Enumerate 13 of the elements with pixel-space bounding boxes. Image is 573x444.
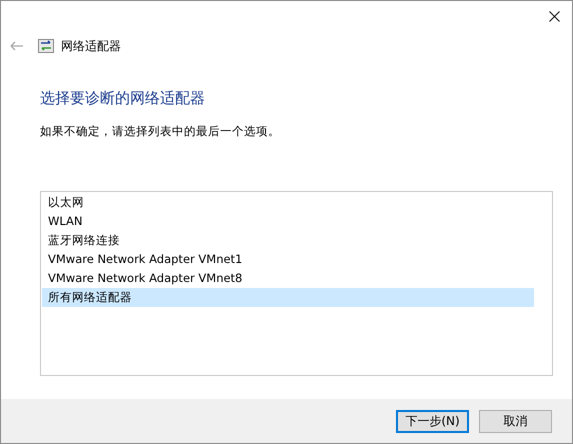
window-title: 网络适配器 [61,38,121,54]
cancel-button[interactable]: 取消 [479,410,552,432]
adapter-item[interactable]: VMware Network Adapter VMnet8 [42,269,534,288]
heading: 选择要诊断的网络适配器 [40,89,206,108]
close-icon[interactable] [549,10,560,22]
next-button[interactable]: 下一步(N) [396,410,469,432]
adapter-item[interactable]: WLAN [42,212,534,231]
adapter-item[interactable]: 蓝牙网络连接 [42,231,534,250]
network-adapter-icon [38,39,54,53]
adapter-item[interactable]: 以太网 [42,193,534,212]
adapter-item[interactable]: 所有网络适配器 [42,288,534,307]
adapter-item[interactable]: VMware Network Adapter VMnet1 [42,250,534,269]
instruction-text: 如果不确定，请选择列表中的最后一个选项。 [40,124,281,139]
